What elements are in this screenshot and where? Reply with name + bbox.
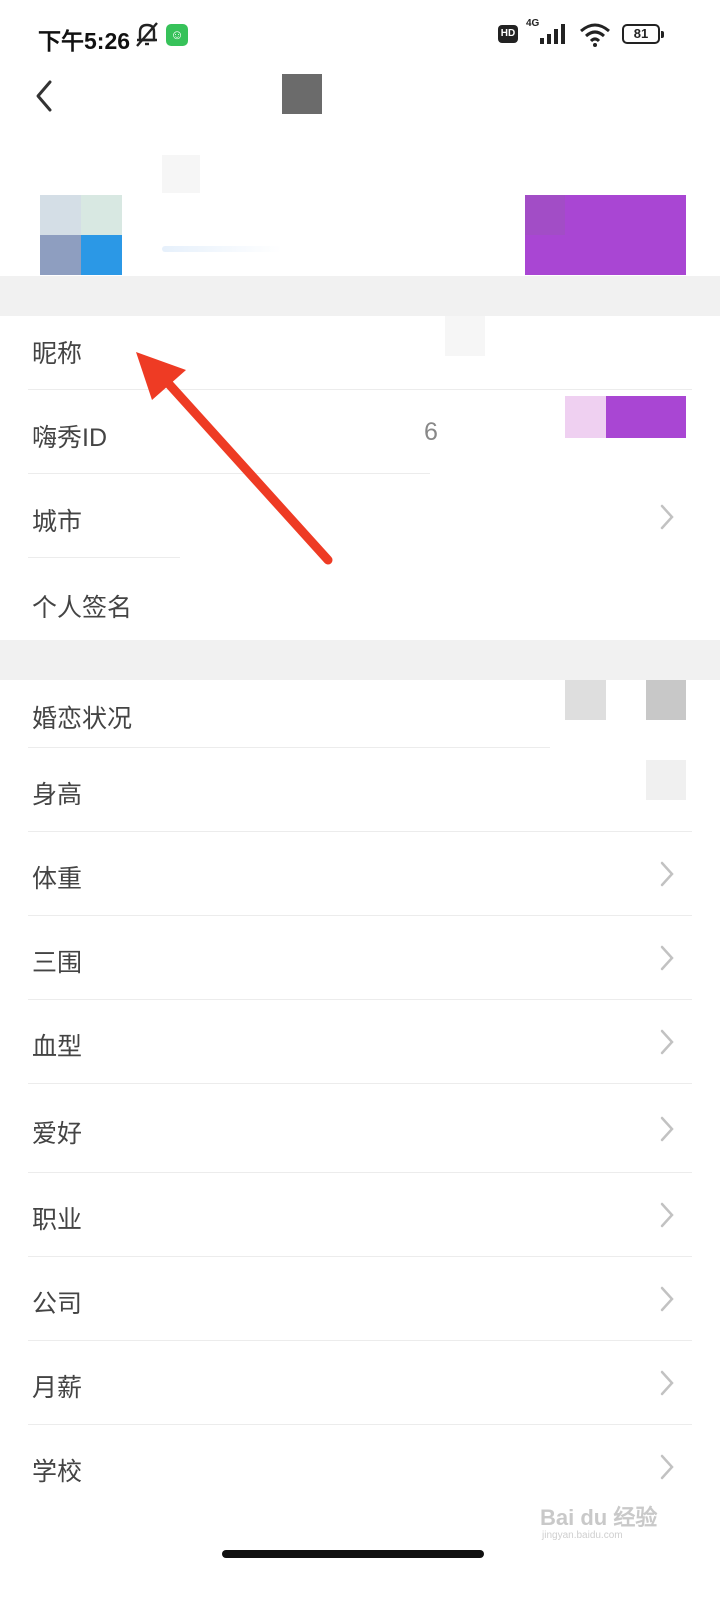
list-item-label: 爱好: [32, 1119, 83, 1148]
chevron-right-icon: [660, 504, 674, 530]
list-item-label: 身高: [32, 781, 83, 809]
bell-muted-icon: [136, 22, 158, 47]
status-bar: 下午5:26 ☺ HD 4G 81: [0, 0, 720, 70]
watermark-logo: Bai du 经验 jingyan.baidu.com: [540, 1500, 680, 1541]
redacted-block: [606, 396, 686, 438]
hd-icon: HD: [498, 25, 518, 43]
chevron-right-icon: [660, 945, 674, 971]
wifi-icon: [580, 23, 610, 47]
avatar[interactable]: [40, 195, 122, 275]
list-item-label: 昵称: [32, 340, 83, 368]
list-item[interactable]: 职业: [0, 1173, 720, 1257]
list-item-label: 三围: [32, 949, 83, 977]
list-item-label: 职业: [32, 1206, 83, 1234]
list-item[interactable]: 体重: [0, 832, 720, 916]
list-item-label: 月薪: [32, 1374, 83, 1402]
redacted-block: [565, 396, 606, 438]
list-item-label: 嗨秀ID: [32, 424, 108, 452]
page-title-redacted: [282, 74, 322, 114]
chevron-right-icon: [660, 1116, 674, 1141]
list-item[interactable]: 血型: [0, 1000, 720, 1084]
watermark-url: jingyan.baidu.com: [542, 1530, 623, 1541]
section-divider: [0, 640, 720, 680]
list-item-value: 6: [424, 418, 438, 446]
chevron-right-icon: [660, 1286, 674, 1312]
section-divider: [0, 276, 720, 316]
home-indicator[interactable]: [222, 1550, 484, 1558]
list-item[interactable]: 三围: [0, 916, 720, 1000]
redacted-block: [525, 195, 565, 235]
list-item[interactable]: 身高: [0, 748, 720, 832]
list-item-label: 个人签名: [32, 594, 133, 622]
list-item[interactable]: 爱好: [0, 1084, 720, 1173]
list-item-nickname[interactable]: 昵称: [0, 316, 720, 390]
list-item-id[interactable]: 嗨秀ID 6: [0, 390, 720, 474]
list-item-label: 婚恋状况: [32, 705, 133, 733]
redacted-block: [646, 760, 686, 800]
watermark-brand: Bai du 经验: [540, 1505, 658, 1530]
list-item[interactable]: 学校: [0, 1425, 720, 1509]
list-item-city[interactable]: 城市: [0, 474, 720, 558]
list-item-label: 体重: [32, 865, 83, 893]
redacted-block: [646, 680, 686, 720]
list-item-label: 公司: [32, 1290, 83, 1318]
list-item[interactable]: 婚恋状况: [0, 680, 720, 748]
redacted-block: [445, 316, 485, 356]
list-item-label: 学校: [32, 1458, 83, 1486]
app-notification-icon: ☺: [166, 24, 188, 46]
list-item-label: 血型: [32, 1033, 83, 1061]
chevron-right-icon: [660, 1202, 674, 1228]
list-item[interactable]: 公司: [0, 1257, 720, 1341]
signal-icon: [540, 24, 565, 44]
redacted-block: [162, 155, 200, 193]
chevron-right-icon: [660, 1454, 674, 1480]
list-item[interactable]: 月薪: [0, 1341, 720, 1425]
redacted-block: [565, 680, 606, 720]
status-time: 下午5:26: [38, 28, 131, 54]
battery-icon: 81: [622, 24, 664, 44]
list-item-label: 城市: [32, 508, 83, 536]
chevron-right-icon: [660, 1029, 674, 1055]
chevron-right-icon: [660, 1370, 674, 1396]
list-item-signature[interactable]: 个人签名: [0, 558, 720, 640]
back-icon[interactable]: [28, 76, 68, 116]
chevron-right-icon: [660, 861, 674, 887]
redacted-text: [162, 246, 282, 252]
